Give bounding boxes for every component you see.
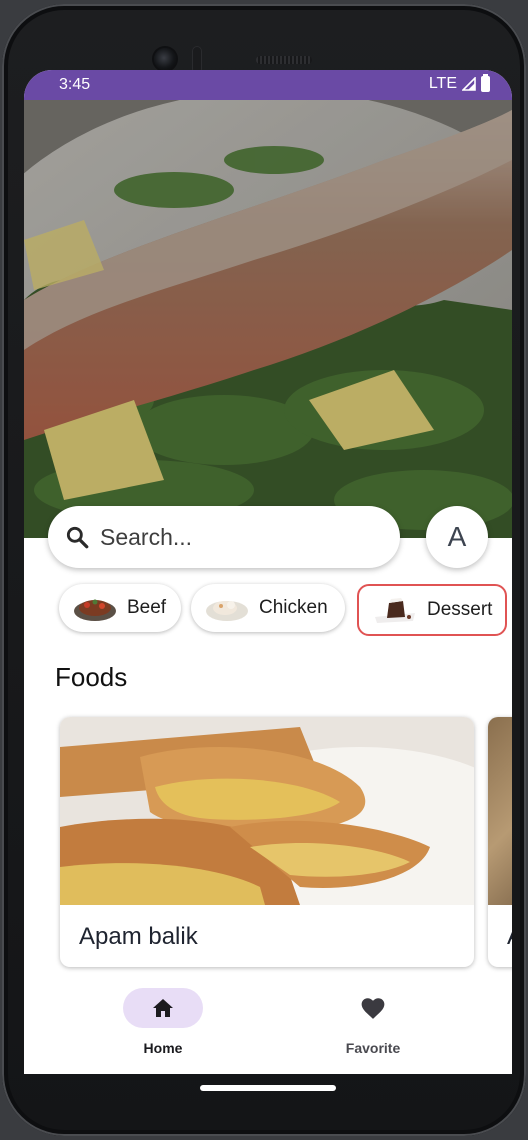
category-chip-beef[interactable]: Beef (59, 584, 181, 632)
nav-home-indicator (123, 988, 203, 1028)
nav-label: Home (143, 1040, 183, 1056)
category-chips: Beef Chicken Dessert (59, 584, 512, 636)
gesture-navigation-bar[interactable] (200, 1085, 336, 1091)
app-screen: 3:45 LTE Search... A Beef Chicken Desser… (24, 70, 512, 1074)
status-bar: 3:45 LTE (24, 70, 512, 100)
food-name: Apam balik (79, 923, 198, 950)
earpiece-speaker (256, 56, 312, 64)
food-card-image (488, 717, 512, 905)
avatar-initial: A (447, 521, 467, 552)
category-label: Chicken (259, 597, 328, 618)
nav-home[interactable]: Home (103, 988, 223, 1068)
nav-favorite-indicator (333, 988, 413, 1028)
hero-image (24, 100, 512, 538)
food-carousel: Apam balik A (60, 717, 512, 969)
battery-icon (481, 74, 490, 92)
food-card-partial[interactable]: A (488, 717, 512, 967)
category-label: Beef (127, 597, 167, 618)
nav-favorite[interactable]: Favorite (313, 988, 433, 1068)
search-bar[interactable] (48, 506, 400, 568)
food-card-image (60, 717, 474, 905)
chicken-dish-icon (206, 601, 248, 621)
profile-avatar[interactable]: A (426, 506, 488, 568)
signal-icon (462, 77, 476, 91)
dessert-dish-icon (375, 598, 415, 623)
network-type: LTE (428, 75, 457, 92)
search-icon (66, 526, 89, 549)
hero-salmon-plate (24, 100, 512, 538)
search-input[interactable] (98, 522, 382, 552)
front-camera-icon (154, 48, 176, 70)
food-name: A (507, 923, 512, 951)
beef-dish-icon (74, 599, 116, 621)
category-label: Dessert (427, 599, 493, 620)
category-chip-dessert[interactable]: Dessert (357, 584, 507, 636)
heart-icon (361, 998, 385, 1019)
bottom-navigation: Home Favorite (24, 974, 512, 1074)
status-time: 3:45 (59, 76, 91, 93)
category-chip-chicken[interactable]: Chicken (191, 584, 345, 632)
food-card[interactable]: Apam balik (60, 717, 474, 967)
status-indicators: LTE (428, 74, 490, 93)
nav-label: Favorite (345, 1040, 401, 1056)
home-icon (153, 999, 173, 1017)
section-title: Foods (55, 662, 128, 692)
